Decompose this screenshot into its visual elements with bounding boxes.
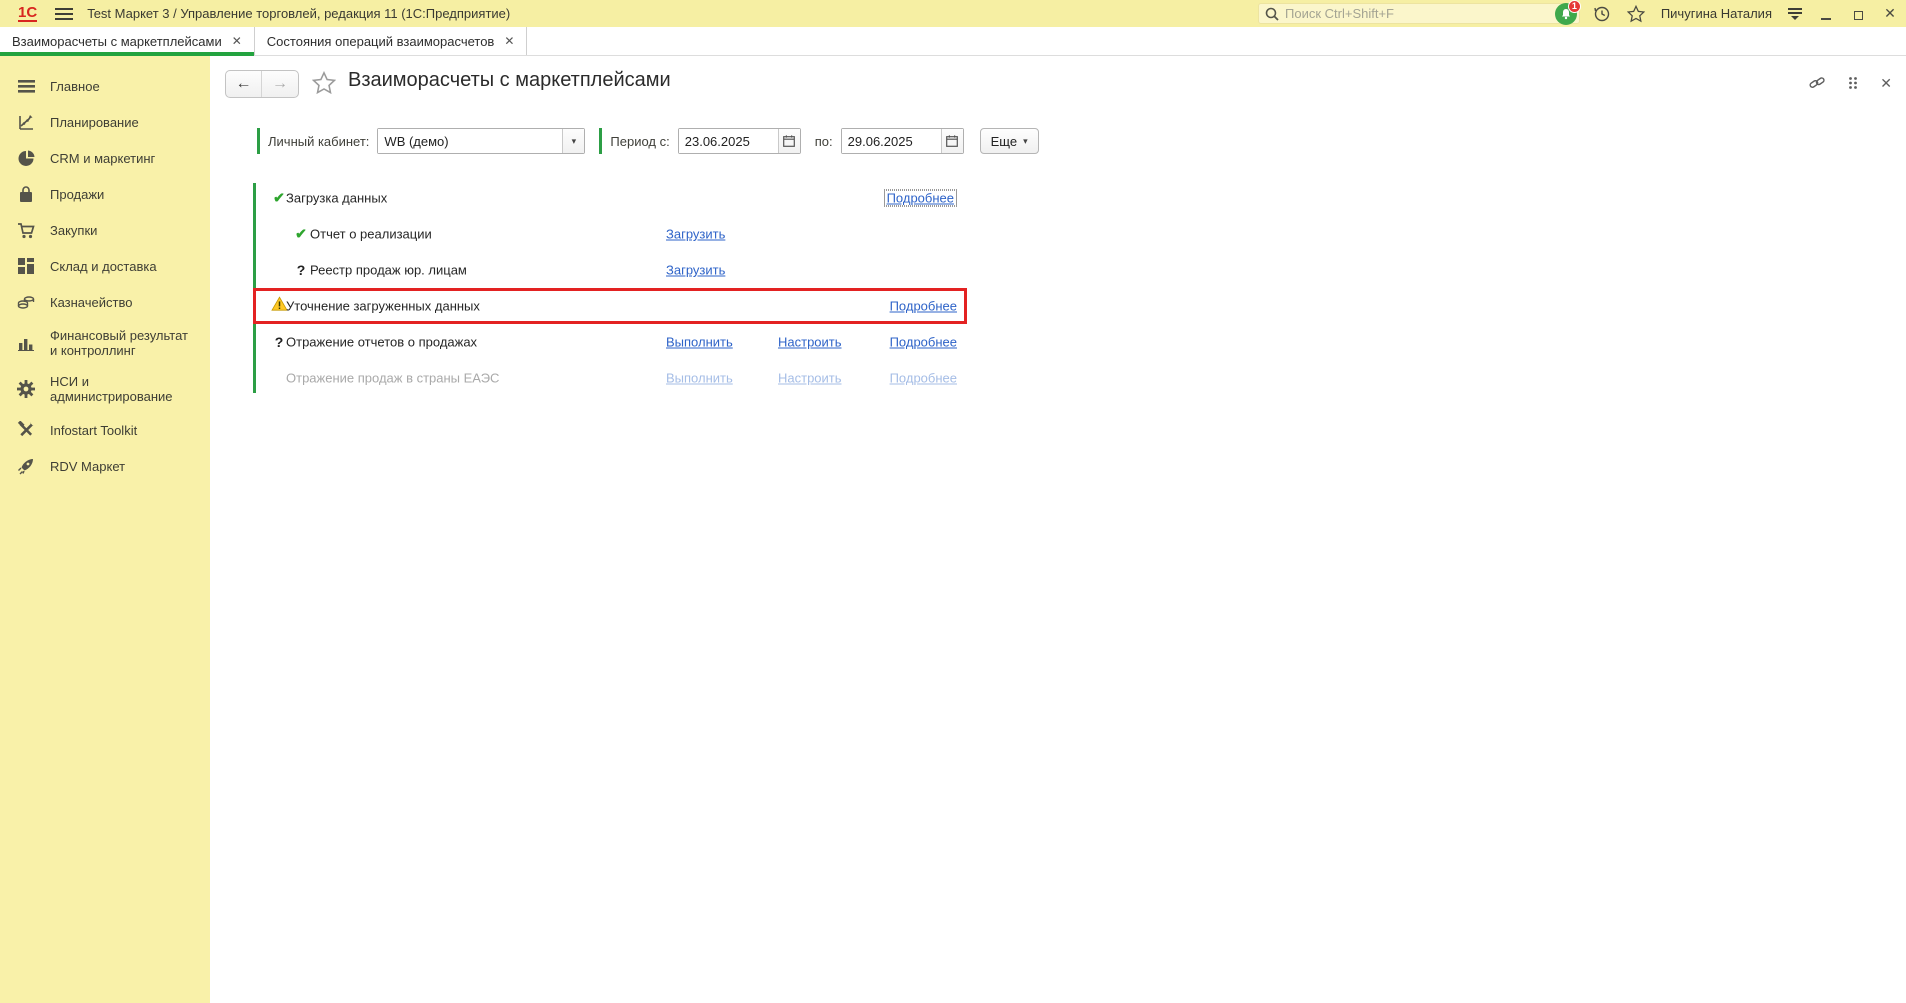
group-marker [599,128,603,154]
calendar-icon[interactable] [777,129,800,153]
notification-badge: 1 [1567,0,1581,13]
back-button[interactable]: ← [226,71,262,97]
execute-link[interactable]: Выполнить [666,335,733,350]
operations-list: ✔ Загрузка данных Подробнее ✔ Отчет о ре… [253,180,967,396]
coins-icon [16,292,36,312]
sidebar-item-main[interactable]: Главное [0,68,210,104]
window-titlebar: 1С Test Маркет 3 / Управление торговлей,… [0,0,1906,27]
tab-label: Взаиморасчеты с маркетплейсами [12,33,222,49]
check-icon: ✔ [295,225,307,242]
bar-chart-icon [16,333,36,353]
restore-button[interactable] [1850,6,1866,22]
op-row-sales-report: ✔ Отчет о реализации Загрузить [253,216,967,252]
tab-operation-states[interactable]: Состояния операций взаиморасчетов ✕ [255,27,528,55]
page-title: Взаиморасчеты с маркетплейсами [348,69,671,91]
group-marker [257,128,260,154]
op-row-data-refinement: Уточнение загруженных данных Подробнее [253,288,967,324]
notifications-button[interactable]: 1 [1554,0,1581,25]
period-from-input[interactable] [678,129,778,153]
minimize-button[interactable] [1818,6,1834,22]
details-link[interactable]: Подробнее [883,189,957,207]
search-input[interactable] [1285,6,1573,21]
sidebar-item-planning[interactable]: Планирование [0,104,210,140]
chevron-down-icon: ▾ [1023,135,1028,146]
details-link-disabled: Подробнее [889,370,957,386]
tab-label: Состояния операций взаиморасчетов [266,33,495,49]
more-button[interactable]: Еще ▾ [979,128,1039,154]
shopping-bag-icon [16,184,36,204]
menu-lines-icon [16,76,36,96]
tab-close-icon[interactable]: ✕ [232,34,242,48]
more-actions-icon[interactable] [1848,76,1858,90]
configure-link-disabled: Настроить [778,370,842,386]
cabinet-input[interactable] [378,129,563,153]
rocket-icon [16,456,36,476]
sidebar-item-sales[interactable]: Продажи [0,176,210,212]
calendar-icon[interactable] [940,129,963,153]
load-link[interactable]: Загрузить [666,227,725,242]
sidebar-item-warehouse[interactable]: Склад и доставка [0,248,210,284]
main-menu-icon[interactable] [55,7,74,20]
sidebar-item-treasury[interactable]: Казначейство [0,284,210,320]
details-link[interactable]: Подробнее [890,335,957,350]
cart-icon [16,220,36,240]
tab-close-icon[interactable]: ✕ [504,34,514,48]
open-windows-tabbar: Взаиморасчеты с маркетплейсами ✕ Состоян… [0,27,1906,56]
period-from-field[interactable] [677,128,801,154]
op-row-legal-sales-register: ? Реестр продаж юр. лицам Загрузить [253,252,967,288]
configure-link[interactable]: Настроить [778,335,842,350]
forward-button[interactable]: → [262,71,298,97]
period-to-field[interactable] [840,128,964,154]
sidebar-item-finance[interactable]: Финансовый результат и контроллинг [0,320,210,366]
op-row-eaeu-sales: Отражение продаж в страны ЕАЭС Выполнить… [286,370,957,386]
sections-sidebar: Главное Планирование CRM и маркетинг Про… [0,56,210,1003]
get-link-icon[interactable] [1808,74,1826,92]
window-close-button[interactable]: ✕ [1882,5,1898,22]
add-favorite-star-icon[interactable] [312,71,336,95]
cabinet-select[interactable]: ▾ [377,128,586,154]
app-title: Test Маркет 3 / Управление торговлей, ре… [87,6,511,21]
1c-logo-icon: 1С [18,3,38,22]
current-user[interactable]: Пичугина Наталия [1661,6,1772,21]
period-to-label: по: [814,133,833,149]
pie-chart-icon [16,148,36,168]
sidebar-item-crm[interactable]: CRM и маркетинг [0,140,210,176]
cabinet-label: Личный кабинет: [268,133,370,149]
sidebar-item-purchases[interactable]: Закупки [0,212,210,248]
details-link[interactable]: Подробнее [890,299,957,314]
nav-buttons: ← → [225,70,299,98]
chevron-down-icon[interactable]: ▾ [562,129,585,153]
filters-row: Личный кабинет: ▾ Период с: по: [257,126,1039,156]
tab-settlements-marketplaces[interactable]: Взаиморасчеты с маркетплейсами ✕ [0,27,255,56]
planning-chart-icon [16,112,36,132]
service-menu-icon[interactable] [1788,7,1802,20]
form-close-icon[interactable]: ✕ [1880,75,1892,92]
boxes-icon [16,256,36,276]
gear-icon [16,379,36,399]
main-content: ← → Взаиморасчеты с маркетплейсами ✕ Лич… [210,56,1906,1003]
period-to-input[interactable] [841,129,941,153]
load-link[interactable]: Загрузить [666,263,725,278]
global-search[interactable] [1258,3,1580,24]
execute-link-disabled: Выполнить [666,370,733,386]
sidebar-item-infostart[interactable]: Infostart Toolkit [0,412,210,448]
op-row-data-load: ✔ Загрузка данных Подробнее [253,180,967,216]
sidebar-item-rdv-market[interactable]: RDV Маркет [0,448,210,484]
search-icon [1265,7,1279,21]
op-row-sales-reports-posting: ? Отражение отчетов о продажах Выполнить… [253,324,967,360]
period-from-label: Период с: [610,133,670,149]
favorites-star-icon[interactable] [1626,4,1645,23]
question-icon: ? [296,262,306,278]
history-icon[interactable] [1593,5,1611,23]
tools-icon [16,420,36,440]
sidebar-item-admin[interactable]: НСИ и администрирование [0,366,210,412]
